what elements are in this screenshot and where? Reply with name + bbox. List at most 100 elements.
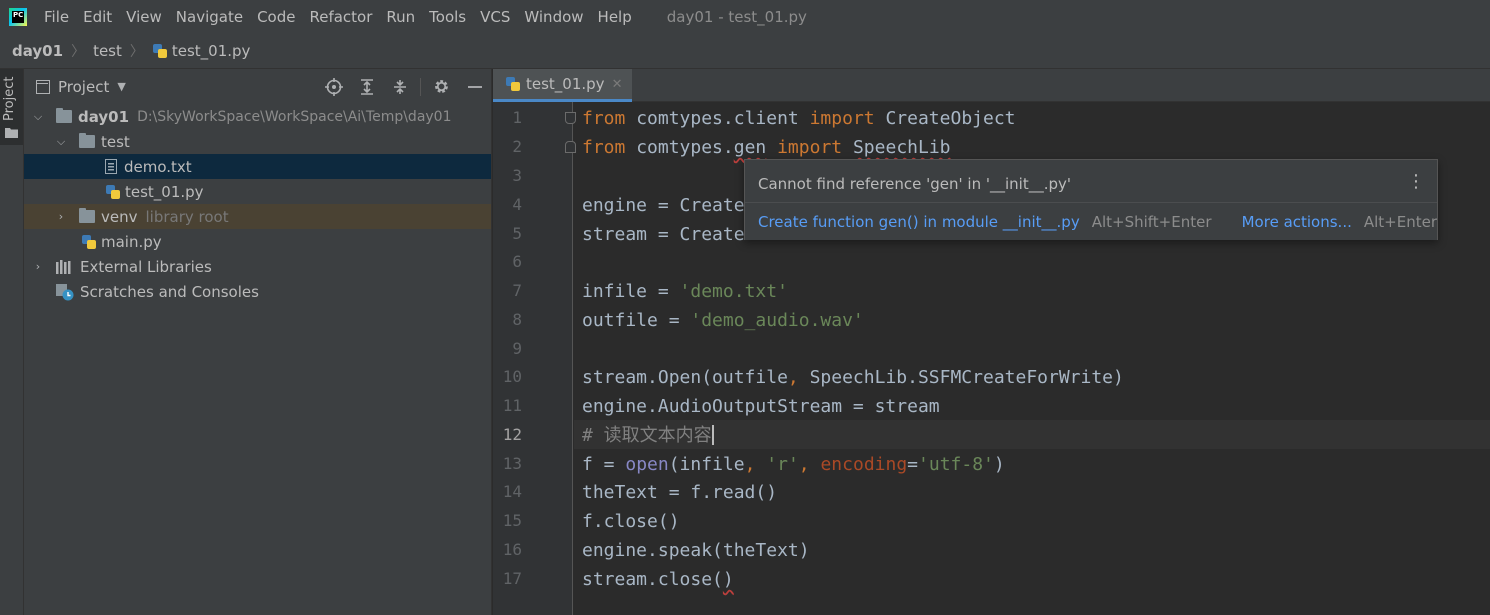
line-number: 1: [512, 108, 522, 127]
code-line-17: stream.close(): [582, 569, 734, 590]
code-line-13: f = open(infile, 'r', encoding='utf-8'): [582, 454, 1005, 475]
menu-tools[interactable]: Tools: [422, 8, 473, 26]
code-line-15: f.close(): [582, 511, 680, 532]
project-panel-header: Project ▼: [24, 69, 491, 104]
folder-icon: [79, 133, 95, 148]
close-icon[interactable]: ✕: [612, 77, 623, 92]
line-number: 2: [512, 137, 522, 156]
inspection-actions: Create function gen() in module __init__…: [745, 202, 1437, 240]
tool-window-stripe: Project: [0, 69, 24, 615]
line-number-gutter: 1 2 3 4 5 6 7 8 9 10 11 12 13 14 15 16 1…: [493, 102, 576, 615]
tree-item-demo-txt[interactable]: demo.txt: [24, 154, 491, 179]
project-panel: Project ▼ ⌵ day01 D:\SkyWorkSpace\WorkSp…: [24, 69, 492, 615]
folder-icon: [5, 128, 18, 138]
unresolved-reference[interactable]: gen: [734, 137, 767, 158]
tree-item-label: demo.txt: [124, 157, 192, 176]
chevron-down-icon[interactable]: ⌵: [53, 135, 69, 149]
code-line-14: theText = f.read(): [582, 482, 778, 503]
editor-tab-bar: test_01.py ✕: [493, 69, 1490, 102]
code-line-2: from comtypes.gen import SpeechLib: [582, 137, 951, 158]
menu-run[interactable]: Run: [379, 8, 422, 26]
code-line-5: stream = Create: [582, 224, 745, 245]
locate-file-icon[interactable]: [317, 69, 350, 104]
chevron-down-icon: ▼: [117, 80, 126, 93]
fold-marker-icon[interactable]: [565, 141, 576, 153]
tree-item-label: Scratches and Consoles: [80, 282, 259, 301]
create-function-action[interactable]: Create function gen() in module __init__…: [758, 213, 1080, 231]
tree-item-note: library root: [145, 207, 229, 226]
menu-vcs[interactable]: VCS: [473, 8, 517, 26]
collapse-all-icon[interactable]: [383, 69, 416, 104]
gear-icon[interactable]: [425, 69, 458, 104]
inspection-message: Cannot find reference 'gen' in '__init__…: [758, 175, 1071, 193]
line-number: 11: [502, 396, 522, 415]
line-number: 16: [502, 540, 522, 559]
line-number: 13: [502, 454, 522, 473]
chevron-right-icon[interactable]: ›: [53, 210, 69, 223]
toolbar-divider: [420, 77, 421, 96]
hide-panel-icon[interactable]: [458, 69, 491, 104]
chevron-right-icon[interactable]: ›: [30, 260, 46, 273]
tree-item-venv[interactable]: › venv library root: [24, 204, 491, 229]
tree-item-label: External Libraries: [80, 257, 212, 276]
tree-item-path: D:\SkyWorkSpace\WorkSpace\Ai\Temp\day01: [137, 108, 452, 125]
tab-test-01-py[interactable]: test_01.py ✕: [493, 69, 632, 102]
tree-item-external-libraries[interactable]: › External Libraries: [24, 254, 491, 279]
line-number: 15: [502, 511, 522, 530]
menubar: PC File Edit View Navigate Code Refactor…: [0, 0, 1490, 33]
menu-file[interactable]: File: [37, 8, 76, 26]
menu-refactor[interactable]: Refactor: [302, 8, 379, 26]
project-tool-tab[interactable]: Project: [0, 69, 23, 145]
tree-item-main-py[interactable]: main.py: [24, 229, 491, 254]
tree-item-label: venv: [101, 207, 138, 226]
tree-item-scratches[interactable]: Scratches and Consoles: [24, 279, 491, 304]
code-line-12: # 读取文本内容: [582, 425, 714, 446]
folder-icon: [79, 208, 95, 223]
more-options-icon[interactable]: ⋮: [1407, 173, 1425, 191]
breadcrumb-file[interactable]: test_01.py: [152, 42, 250, 60]
tree-item-day01[interactable]: ⌵ day01 D:\SkyWorkSpace\WorkSpace\Ai\Tem…: [24, 104, 491, 129]
action-shortcut: Alt+Shift+Enter: [1091, 212, 1212, 231]
scratches-icon: [56, 283, 74, 300]
code-line-4: engine = Create: [582, 195, 745, 216]
project-tool-tab-label: Project: [2, 76, 17, 121]
python-file-icon: [506, 77, 520, 91]
code-line-11: engine.AudioOutputStream = stream: [582, 396, 940, 417]
tab-label: test_01.py: [526, 75, 605, 93]
menu-edit[interactable]: Edit: [76, 8, 119, 26]
python-file-icon: [106, 184, 120, 199]
window-title: day01 - test_01.py: [666, 7, 807, 26]
line-number: 14: [502, 482, 522, 501]
menu-help[interactable]: Help: [591, 8, 639, 26]
code-line-7: infile = 'demo.txt': [582, 281, 788, 302]
pycharm-logo-icon: PC: [9, 7, 27, 26]
python-file-icon: [82, 234, 96, 249]
tree-item-test[interactable]: ⌵ test: [24, 129, 491, 154]
tree-item-test-01-py[interactable]: test_01.py: [24, 179, 491, 204]
menu-code[interactable]: Code: [250, 8, 302, 26]
menu-view[interactable]: View: [119, 8, 169, 26]
breadcrumb-project[interactable]: day01: [12, 42, 63, 60]
library-icon: [56, 259, 71, 274]
chevron-down-icon[interactable]: ⌵: [30, 110, 46, 124]
expand-all-icon[interactable]: [350, 69, 383, 104]
menu-window[interactable]: Window: [517, 8, 590, 26]
menu-navigate[interactable]: Navigate: [169, 8, 250, 26]
more-actions-shortcut: Alt+Enter: [1363, 212, 1437, 231]
line-number: 4: [512, 195, 522, 214]
line-number: 7: [512, 281, 522, 300]
breadcrumb-folder[interactable]: test: [93, 42, 122, 60]
code-line-10: stream.Open(outfile, SpeechLib.SSFMCreat…: [582, 367, 1124, 388]
line-number-current: 12: [502, 425, 522, 444]
line-number: 8: [512, 310, 522, 329]
tree-item-label: day01: [78, 107, 130, 126]
line-number: 10: [502, 367, 522, 386]
project-panel-title: Project: [58, 77, 110, 96]
more-actions-link[interactable]: More actions...: [1242, 213, 1352, 231]
tree-item-label: test_01.py: [125, 182, 204, 201]
project-view-selector[interactable]: Project ▼: [24, 78, 126, 96]
project-tree: ⌵ day01 D:\SkyWorkSpace\WorkSpace\Ai\Tem…: [24, 104, 491, 304]
fold-marker-icon[interactable]: [565, 112, 576, 124]
code-line-8: outfile = 'demo_audio.wav': [582, 310, 864, 331]
inspection-popup: Cannot find reference 'gen' in '__init__…: [744, 159, 1438, 240]
